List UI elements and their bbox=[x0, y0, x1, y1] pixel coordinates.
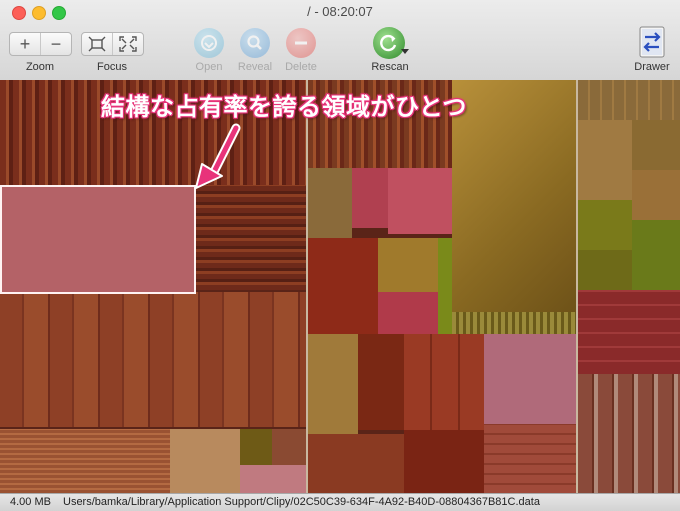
treemap-block[interactable] bbox=[308, 168, 352, 238]
focus-in-icon bbox=[88, 36, 106, 52]
focus-control bbox=[81, 32, 144, 56]
treemap-block[interactable] bbox=[352, 168, 388, 228]
magnifier-icon bbox=[247, 35, 262, 50]
treemap-block[interactable] bbox=[578, 200, 632, 250]
status-bar: 4.00 MB Users/bamka/Library/Application … bbox=[0, 493, 680, 511]
treemap-block[interactable] bbox=[484, 334, 576, 424]
treemap-block[interactable] bbox=[438, 238, 452, 334]
treemap-block[interactable] bbox=[632, 120, 680, 170]
drawer-icon[interactable] bbox=[639, 26, 665, 58]
reveal-label: Reveal bbox=[237, 61, 273, 73]
focus-in-button[interactable] bbox=[82, 33, 112, 55]
treemap-block[interactable] bbox=[578, 290, 680, 374]
focus-out-icon bbox=[119, 36, 137, 52]
treemap-block[interactable] bbox=[170, 429, 240, 493]
treemap-block[interactable] bbox=[240, 429, 272, 465]
treemap-block[interactable] bbox=[632, 170, 680, 220]
treemap-block[interactable] bbox=[378, 238, 438, 292]
rescan-menu-arrow-icon[interactable] bbox=[401, 49, 409, 55]
open-button[interactable] bbox=[194, 28, 224, 58]
treemap-block[interactable] bbox=[272, 429, 306, 465]
treemap-block[interactable] bbox=[358, 334, 404, 430]
focus-label: Focus bbox=[97, 61, 127, 73]
treemap-block[interactable] bbox=[632, 220, 680, 290]
treemap-block[interactable] bbox=[452, 312, 576, 334]
treemap-block[interactable] bbox=[0, 292, 306, 427]
zoom-control: + − bbox=[9, 32, 72, 56]
treemap-block[interactable] bbox=[404, 334, 484, 430]
delete-label: Delete bbox=[285, 61, 317, 73]
zoom-in-button[interactable]: + bbox=[10, 33, 40, 55]
treemap-block[interactable] bbox=[240, 465, 306, 493]
reveal-button[interactable] bbox=[240, 28, 270, 58]
zoom-label: Zoom bbox=[25, 61, 55, 73]
refresh-icon bbox=[380, 34, 397, 52]
treemap-block[interactable] bbox=[484, 424, 576, 493]
zoom-out-button[interactable]: − bbox=[40, 33, 71, 55]
treemap-block[interactable] bbox=[578, 374, 680, 493]
treemap-block[interactable] bbox=[308, 434, 404, 493]
toolbar: / - 08:20:07 + − Zoom Focus Open Reveal … bbox=[0, 0, 680, 81]
treemap-block[interactable] bbox=[404, 430, 484, 493]
window-title: / - 08:20:07 bbox=[307, 4, 373, 19]
treemap-block[interactable] bbox=[378, 292, 438, 334]
annotation-arrow-icon bbox=[195, 123, 241, 189]
treemap-block[interactable] bbox=[578, 120, 632, 200]
highlighted-region[interactable] bbox=[0, 185, 196, 294]
minus-icon bbox=[295, 41, 307, 45]
open-label: Open bbox=[195, 61, 223, 73]
treemap-block[interactable] bbox=[0, 429, 170, 493]
annotation-callout: 結構な占有率を誇る領域がひとつ bbox=[101, 93, 467, 121]
treemap-block-large[interactable] bbox=[452, 80, 576, 312]
treemap-block[interactable] bbox=[578, 250, 632, 290]
open-icon bbox=[201, 35, 217, 51]
selected-size: 4.00 MB bbox=[10, 496, 51, 508]
delete-button[interactable] bbox=[286, 28, 316, 58]
disk-usage-treemap[interactable] bbox=[0, 80, 680, 493]
selected-path: Users/bamka/Library/Application Support/… bbox=[63, 496, 540, 508]
treemap-block[interactable] bbox=[308, 334, 358, 434]
focus-out-button[interactable] bbox=[112, 33, 143, 55]
treemap-block[interactable] bbox=[308, 238, 378, 334]
treemap-block[interactable] bbox=[388, 168, 452, 234]
app-window: / - 08:20:07 + − Zoom Focus Open Reveal … bbox=[0, 0, 680, 511]
treemap-block[interactable] bbox=[578, 80, 680, 120]
drawer-label: Drawer bbox=[634, 61, 670, 73]
treemap-block[interactable] bbox=[196, 185, 306, 290]
rescan-label: Rescan bbox=[371, 61, 409, 73]
